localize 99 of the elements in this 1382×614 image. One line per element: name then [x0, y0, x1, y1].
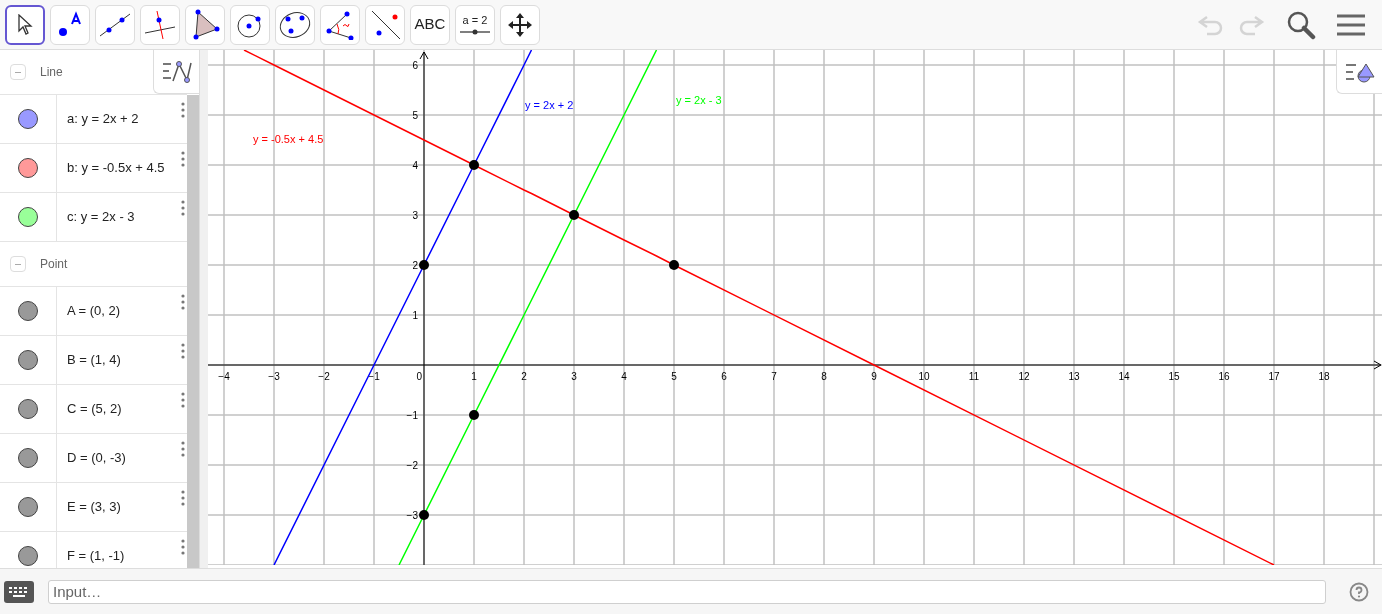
- input-field[interactable]: Input…: [48, 579, 1326, 604]
- slider-track-icon: [460, 28, 490, 35]
- more-options-icon[interactable]: [181, 539, 185, 555]
- x-tick-label: 17: [1268, 371, 1280, 382]
- visibility-toggle[interactable]: [18, 158, 38, 178]
- x-tick-label: 4: [621, 371, 627, 382]
- x-tick-label: 9: [871, 371, 877, 382]
- x-tick-label: 8: [821, 371, 827, 382]
- undo-icon: [1197, 13, 1225, 36]
- more-options-icon[interactable]: [181, 102, 185, 118]
- y-tick-label: 6: [412, 60, 418, 71]
- x-tick-label: 14: [1118, 371, 1130, 382]
- visibility-toggle[interactable]: [18, 399, 38, 419]
- visibility-toggle[interactable]: [18, 109, 38, 129]
- x-tick-label: −3: [268, 371, 280, 382]
- slider-tool-button[interactable]: a = 2: [455, 4, 495, 45]
- group-label: Line: [40, 64, 63, 81]
- y-tick-label: 2: [412, 260, 418, 271]
- point-tool-button[interactable]: [50, 4, 90, 45]
- point-marker: [469, 160, 479, 170]
- graphics-style-button[interactable]: [1336, 50, 1382, 94]
- move-tool-button[interactable]: [5, 4, 45, 45]
- x-tick-label: 3: [571, 371, 577, 382]
- perpendicular-tool-button[interactable]: [140, 4, 180, 45]
- x-tick-label: 12: [1018, 371, 1030, 382]
- visibility-toggle[interactable]: [18, 497, 38, 517]
- move-arrows-icon: [507, 11, 533, 38]
- visibility-toggle[interactable]: [18, 301, 38, 321]
- algebra-entry[interactable]: E = (3, 3): [67, 497, 121, 517]
- x-tick-label: −1: [368, 371, 380, 382]
- visibility-toggle[interactable]: [18, 546, 38, 566]
- line-label: y = -0.5x + 4.5: [253, 133, 324, 145]
- help-button[interactable]: [1348, 580, 1370, 603]
- more-options-icon[interactable]: [181, 441, 185, 457]
- more-options-icon[interactable]: [181, 200, 185, 216]
- x-tick-label: 10: [918, 371, 930, 382]
- x-tick-label: 1: [471, 371, 477, 382]
- x-tick-label: 0: [416, 371, 422, 382]
- x-tick-label: 16: [1218, 371, 1230, 382]
- x-tick-label: 11: [968, 371, 980, 382]
- algebra-entry[interactable]: F = (1, -1): [67, 546, 125, 566]
- keyboard-icon: [8, 585, 30, 598]
- ellipse-icon: [278, 9, 312, 40]
- visibility-toggle[interactable]: [18, 207, 38, 227]
- circle-tool-button[interactable]: [230, 4, 270, 45]
- polygon-tool-button[interactable]: [185, 4, 225, 45]
- algebra-entry[interactable]: D = (0, -3): [67, 448, 126, 468]
- more-options-icon[interactable]: [181, 294, 185, 310]
- search-icon: [1286, 9, 1316, 40]
- conic-tool-button[interactable]: [275, 4, 315, 45]
- x-tick-label: −4: [218, 371, 230, 382]
- pan-tool-button[interactable]: [500, 4, 540, 45]
- point-marker: [569, 210, 579, 220]
- y-tick-label: −2: [406, 460, 418, 471]
- x-tick-label: 5: [671, 371, 677, 382]
- resize-handle[interactable]: [200, 50, 208, 568]
- y-tick-label: 4: [412, 160, 418, 171]
- keyboard-button[interactable]: [4, 580, 34, 603]
- y-tick-label: 1: [412, 310, 418, 321]
- point-marker: [669, 260, 679, 270]
- algebra-entry[interactable]: C = (5, 2): [67, 399, 122, 419]
- visibility-toggle[interactable]: [18, 448, 38, 468]
- x-tick-label: 13: [1068, 371, 1080, 382]
- algebra-entry[interactable]: A = (0, 2): [67, 301, 121, 321]
- y-tick-label: 3: [412, 210, 418, 221]
- line-label: y = 2x + 2: [525, 99, 574, 111]
- point-marker: [419, 510, 429, 520]
- x-tick-label: 15: [1168, 371, 1180, 382]
- x-tick-label: 2: [521, 371, 527, 382]
- line-tool-button[interactable]: [95, 4, 135, 45]
- algebra-style-button[interactable]: [153, 50, 199, 94]
- algebra-entry[interactable]: a: y = 2x + 2: [67, 109, 139, 129]
- x-tick-label: 6: [721, 371, 727, 382]
- reflect-tool-button[interactable]: [365, 4, 405, 45]
- point-marker: [469, 410, 479, 420]
- perpendicular-line-icon: [143, 8, 177, 41]
- text-tool-button[interactable]: ABC: [410, 4, 450, 45]
- algebra-entry[interactable]: B = (1, 4): [67, 350, 121, 370]
- x-tick-label: −2: [318, 371, 330, 382]
- algebra-entry[interactable]: b: y = -0.5x + 4.5: [67, 158, 165, 178]
- visibility-toggle[interactable]: [18, 350, 38, 370]
- algebra-entry[interactable]: c: y = 2x - 3: [67, 207, 135, 227]
- more-options-icon[interactable]: [181, 343, 185, 359]
- y-tick-label: −3: [406, 510, 418, 521]
- menu-icon: [1337, 12, 1365, 37]
- redo-icon: [1237, 13, 1265, 36]
- x-tick-label: 18: [1318, 371, 1330, 382]
- y-tick-label: −1: [406, 410, 418, 421]
- point-marker: [419, 260, 429, 270]
- angle-tool-button[interactable]: [320, 4, 360, 45]
- function-graph-icon: [160, 58, 193, 85]
- group-label: Point: [40, 256, 68, 273]
- x-tick-label: 7: [771, 371, 777, 382]
- more-options-icon[interactable]: [181, 151, 185, 167]
- cursor-arrow-icon: [17, 13, 33, 36]
- line-label: y = 2x - 3: [676, 94, 722, 106]
- more-options-icon[interactable]: [181, 490, 185, 506]
- more-options-icon[interactable]: [181, 392, 185, 408]
- y-tick-label: 5: [412, 110, 418, 121]
